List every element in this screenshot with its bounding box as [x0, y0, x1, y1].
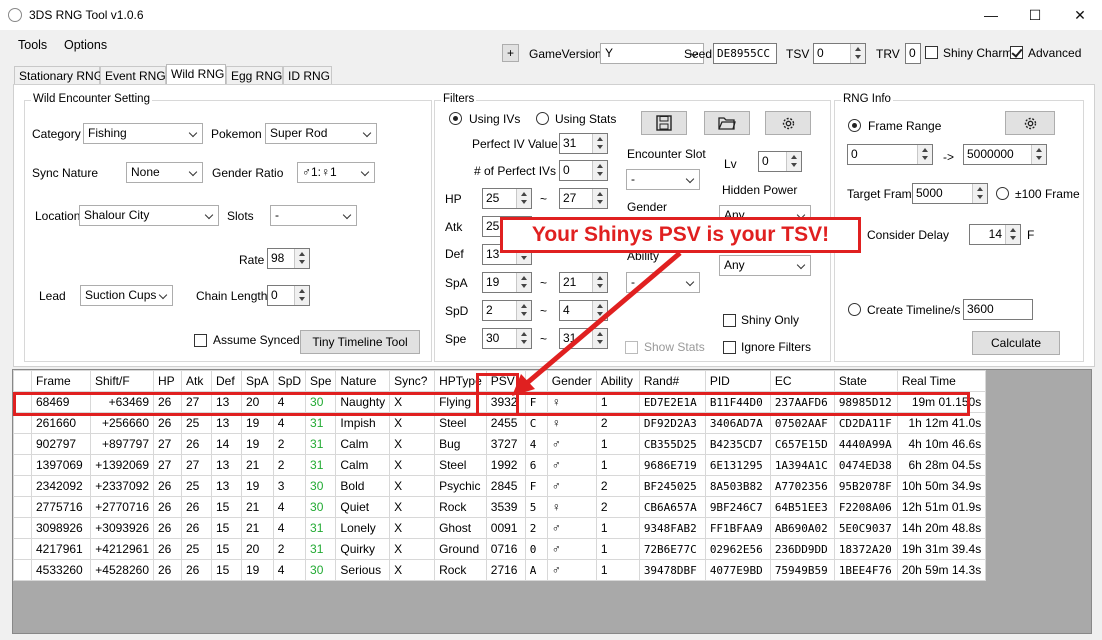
callout-arrow — [512, 251, 682, 396]
annotation-callout: Your Shinys PSV is your TSV! — [500, 217, 861, 253]
